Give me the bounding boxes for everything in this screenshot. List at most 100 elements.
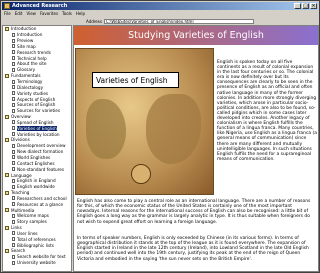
address-bar: Address C:\WebSites\Varieties_of_English… — [2, 18, 318, 24]
sidebar-item-label: Language — [11, 172, 32, 178]
page-icon — [12, 167, 15, 172]
page-icon — [12, 161, 15, 166]
page-icon — [12, 260, 15, 265]
sidebar-item-label: Aspects of English — [17, 96, 56, 102]
sidebar-item-label: Preview — [17, 38, 34, 44]
page-icon — [12, 126, 15, 131]
book-icon — [5, 190, 9, 195]
page-icon — [12, 184, 15, 189]
sidebar-item-label: User lines — [17, 230, 38, 236]
page-icon — [12, 254, 15, 259]
page-icon — [12, 50, 15, 55]
sidebar-tree: Introduction Introduction Preview Site map R… — [2, 25, 72, 272]
sidebar-item-label: Links — [11, 225, 22, 231]
sidebar-item-label: Research trends — [17, 49, 51, 55]
address-input[interactable]: C:\WebSites\Varieties_of_English\index.h… — [103, 18, 254, 24]
page-icon — [12, 149, 15, 154]
page-icon — [12, 61, 15, 66]
book-icon — [5, 173, 9, 178]
page-icon — [12, 108, 15, 113]
sidebar-item-label: Dialectology — [17, 84, 44, 90]
page-icon — [12, 143, 15, 148]
sidebar-item-label: University website — [17, 260, 56, 266]
page-icon — [12, 231, 15, 236]
menu-edit[interactable]: Edit — [15, 11, 23, 17]
address-label: Address — [86, 18, 102, 24]
page-icon — [12, 102, 15, 107]
page-icon — [12, 79, 15, 84]
menu-view[interactable]: View — [26, 11, 36, 17]
sidebar-item-label: Overview — [11, 114, 31, 120]
minimize-button[interactable]: _ — [294, 3, 301, 9]
page-icon — [12, 202, 15, 207]
book-icon — [5, 137, 9, 142]
sidebar-item-label: World Englishes — [17, 154, 51, 160]
map-landmass — [146, 94, 201, 164]
sidebar-item-label: Sources of English — [17, 102, 56, 108]
sidebar-item-label: Varieties by location — [17, 131, 60, 137]
page-icon — [12, 155, 15, 160]
sidebar-item-label: Technical help — [17, 55, 47, 61]
sidebar-item-label: Welcome maps — [17, 213, 49, 219]
book-icon — [5, 208, 9, 213]
sidebar-item-label: Glossary — [17, 67, 36, 73]
sidebar-item-label: Variety studies — [17, 90, 49, 96]
menu-help[interactable]: Help — [76, 11, 85, 17]
sidebar-item-label: Researchers and school — [17, 195, 67, 201]
sidebar-item-label: Sources for varieties — [17, 108, 61, 114]
sidebar-item-label: English worldwide — [17, 184, 55, 190]
sidebar-item-label: Divisions — [11, 137, 30, 143]
close-button[interactable]: × — [310, 3, 317, 9]
window-controls: _ □ × — [294, 3, 317, 9]
paragraph-speakers: In terms of speaker numbers, English is … — [77, 236, 309, 262]
page-icon — [12, 44, 15, 49]
page-icon — [12, 132, 15, 137]
menu-file[interactable]: File — [4, 11, 11, 17]
sidebar-item-label: New dialect formation — [17, 149, 64, 155]
sidebar-item-label: Total of references — [17, 236, 56, 242]
sidebar-item-label: Story samples — [17, 219, 47, 225]
sidebar-item-label: Bibliographic lists — [17, 242, 54, 248]
content-pane: Studying Varieties of English Varieties … — [73, 25, 319, 272]
sidebar-item-label: Multimedia — [11, 207, 35, 213]
page-icon — [12, 196, 15, 201]
sidebar-item-label: English in England — [17, 178, 56, 184]
page-icon — [12, 32, 15, 37]
page-icon — [12, 213, 15, 218]
sidebar-item-label: About the site — [17, 61, 47, 67]
sidebar-item-label: Development overview — [17, 143, 66, 149]
menu-favorites[interactable]: Favorites — [40, 11, 58, 17]
sidebar-item-label: Teaching — [11, 190, 30, 196]
sidebar-item-label: Search website for text — [17, 254, 66, 260]
sidebar-item-label: Fundamentals — [11, 73, 41, 79]
book-icon — [5, 114, 9, 119]
compass-rose-icon — [131, 164, 151, 184]
sidebar-item-label: Site map — [17, 43, 36, 49]
sidebar-item[interactable]: University website — [3, 260, 71, 266]
page-banner: Studying Varieties of English — [74, 26, 318, 45]
map-landmass — [86, 99, 126, 159]
menu-bar: File Edit View Favorites Tools Help — [2, 11, 318, 17]
sidebar-item-label: Introduction — [11, 26, 37, 32]
world-map-image: Varieties of English — [75, 48, 214, 195]
heading-box: Varieties of English — [92, 72, 179, 88]
maximize-button[interactable]: □ — [302, 3, 309, 9]
book-icon — [5, 248, 9, 253]
sidebar-item-label: Spread of English — [17, 119, 54, 125]
title-bar: Advanced Research _ □ × — [2, 2, 318, 10]
sidebar-item-label: Non-standard features — [17, 166, 65, 172]
menu-tools[interactable]: Tools — [62, 11, 72, 17]
book-icon — [5, 73, 9, 78]
page-icon — [12, 120, 15, 125]
sidebar-item-label: Resources at a glance — [17, 201, 64, 207]
app-icon — [4, 3, 10, 9]
browser-window: Advanced Research _ □ × File Edit View F… — [0, 0, 320, 273]
section-heading: Varieties of English — [96, 75, 168, 85]
page-icon — [12, 56, 15, 61]
paragraph-international: English has also come to play a central … — [77, 199, 311, 225]
page-icon — [12, 67, 15, 72]
page-icon — [12, 91, 15, 96]
sidebar-item-label: Search — [11, 248, 26, 254]
page-icon — [12, 38, 15, 43]
book-icon — [5, 26, 9, 31]
